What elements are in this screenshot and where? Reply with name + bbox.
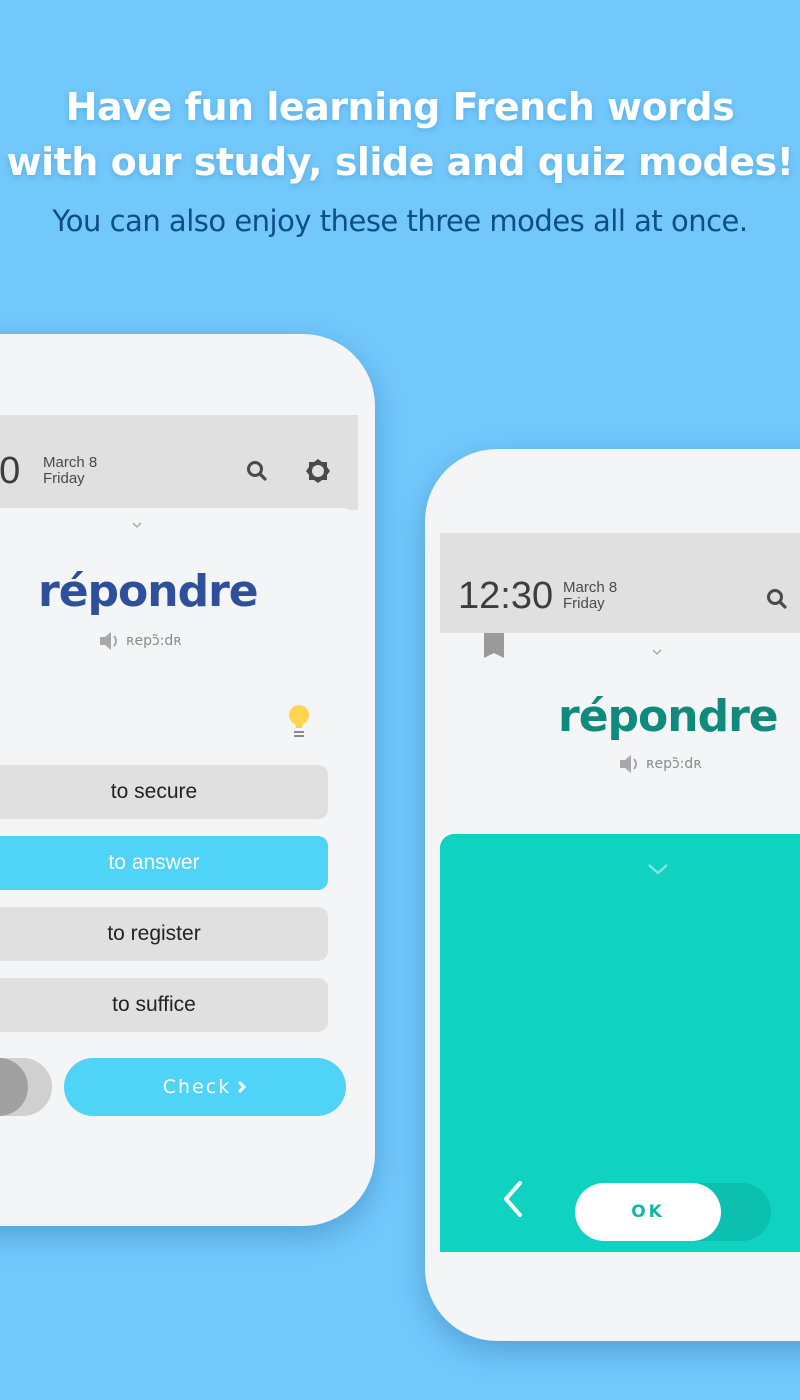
status-bar: 30 March 8 Friday [0, 415, 358, 510]
check-button[interactable]: Check [64, 1058, 346, 1116]
vocab-word: répondre [558, 691, 779, 742]
date-label: March 8 [563, 579, 618, 596]
option-label: to secure [110, 780, 198, 803]
search-icon[interactable] [243, 457, 271, 485]
answer-panel: OK [440, 834, 800, 1252]
day-label: Friday [43, 470, 85, 487]
speaker-icon[interactable] [618, 753, 642, 775]
status-bar: 12:30 March 8 Friday [440, 533, 800, 633]
pronunciation-text: ʀepɔ̃:dʀ [126, 633, 182, 649]
headline-line-1: Have fun learning French words [65, 85, 735, 129]
pronunciation-text: ʀepɔ̃:dʀ [646, 756, 702, 772]
chevron-down-icon[interactable] [647, 862, 669, 876]
option-label: to suffice [112, 993, 196, 1016]
answer-option-selected[interactable]: to answer [0, 836, 328, 890]
word-card: répondre ʀepɔ̃:dʀ [440, 633, 800, 833]
quiz-phone: 30 March 8 Friday répondre ʀepɔ̃:dʀ to s… [0, 334, 375, 1226]
day-label: Friday [563, 595, 605, 612]
slide-phone: 12:30 March 8 Friday répondre ʀepɔ̃:dʀ O… [425, 449, 800, 1341]
chevron-down-icon[interactable] [132, 520, 142, 530]
headline-line-2: with our study, slide and quiz modes! [6, 140, 794, 184]
chevron-down-icon[interactable] [652, 647, 662, 657]
toggle-knob[interactable] [0, 1058, 28, 1116]
clock-time: 30 [0, 450, 21, 492]
promo-headline: Have fun learning French words with our … [0, 80, 800, 190]
search-icon[interactable] [763, 585, 791, 613]
promo-subline: You can also enjoy these three modes all… [52, 204, 748, 238]
clock-date: March 8 Friday [563, 580, 617, 612]
clock-date: March 8 Friday [43, 455, 97, 487]
check-label: Check [162, 1076, 232, 1098]
speaker-icon[interactable] [98, 630, 122, 652]
lightbulb-icon[interactable] [286, 704, 312, 745]
gear-icon[interactable] [304, 457, 332, 485]
bookmark-icon[interactable] [484, 633, 504, 659]
answer-option[interactable]: to suffice [0, 978, 328, 1032]
back-arrow-icon[interactable] [498, 1179, 528, 1219]
pronunciation[interactable]: ʀepɔ̃:dʀ [98, 630, 182, 652]
vocab-word: répondre [38, 566, 259, 617]
chevron-right-icon [238, 1080, 247, 1094]
clock-time: 12:30 [458, 575, 554, 617]
pronunciation[interactable]: ʀepɔ̃:dʀ [618, 753, 702, 775]
answer-option[interactable]: to secure [0, 765, 328, 819]
option-label: to register [107, 922, 201, 945]
date-label: March 8 [43, 454, 98, 471]
option-label: to answer [108, 851, 200, 874]
answer-option[interactable]: to register [0, 907, 328, 961]
ok-button[interactable]: OK [575, 1183, 721, 1241]
